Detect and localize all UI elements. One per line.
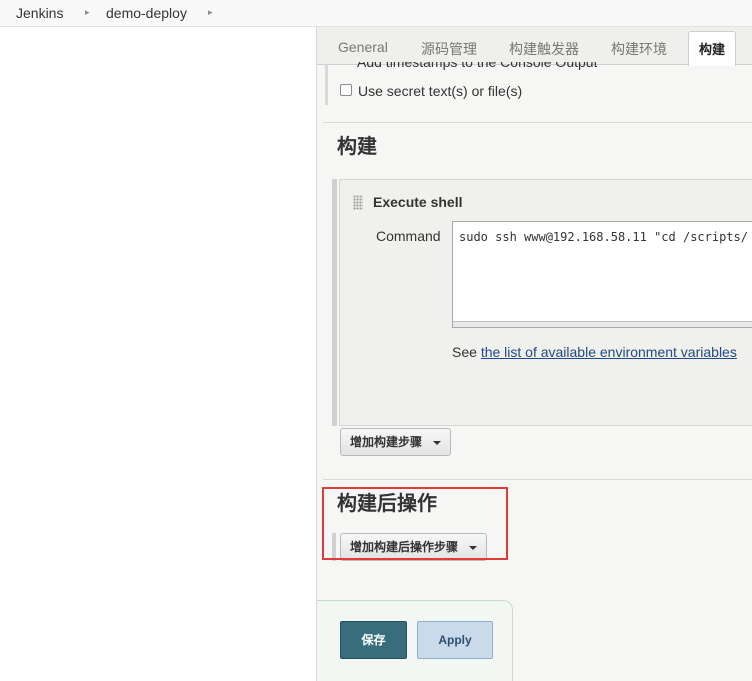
config-form: General 源码管理 构建触发器 构建环境 构建 Add timestamp… xyxy=(317,27,752,681)
apply-button[interactable]: Apply xyxy=(417,621,493,659)
breadcrumb-item-jenkins[interactable]: Jenkins xyxy=(16,5,63,21)
form-actions-bar: 保存 Apply xyxy=(317,600,513,681)
build-section-title: 构建 xyxy=(337,136,377,158)
chevron-right-icon[interactable]: ▸ xyxy=(85,7,90,18)
step-title: Execute shell xyxy=(373,194,463,210)
add-build-step-button[interactable]: 增加构建步骤 xyxy=(340,428,452,456)
timestamps-option-label: Add timestamps to the Console Output xyxy=(357,62,598,70)
env-vars-link[interactable]: the list of available environment variab… xyxy=(481,344,737,360)
side-panel xyxy=(0,27,316,681)
execute-shell-step: Execute shell Command sudo ssh www@192.1… xyxy=(339,179,752,426)
command-text[interactable]: sudo ssh www@192.168.58.11 "cd /scripts/… xyxy=(459,230,752,244)
secret-checkbox-label[interactable]: Use secret text(s) or file(s) xyxy=(358,83,522,99)
step-drag-bar xyxy=(332,179,337,426)
breadcrumb-item-project[interactable]: demo-deploy xyxy=(106,5,187,21)
chevron-right-icon[interactable]: ▸ xyxy=(208,7,213,18)
secret-checkbox[interactable] xyxy=(340,84,352,96)
section-tabs: General 源码管理 构建触发器 构建环境 构建 xyxy=(317,27,752,66)
add-build-step-label: 增加构建步骤 xyxy=(350,435,423,449)
option-group-bar xyxy=(325,65,328,105)
section-divider xyxy=(323,479,752,480)
hint-prefix: See xyxy=(452,344,481,360)
command-label: Command xyxy=(376,228,441,244)
tab-build-triggers[interactable]: 构建触发器 xyxy=(509,39,579,59)
command-textarea[interactable]: sudo ssh www@192.168.58.11 "cd /scripts/… xyxy=(452,221,752,328)
tab-build[interactable]: 构建 xyxy=(688,31,737,66)
save-button[interactable]: 保存 xyxy=(340,621,407,659)
tab-source-code[interactable]: 源码管理 xyxy=(421,39,477,59)
tab-general[interactable]: General xyxy=(338,39,388,55)
tab-build-environment[interactable]: 构建环境 xyxy=(611,39,667,59)
drag-handle-icon[interactable] xyxy=(353,195,363,210)
caret-down-icon xyxy=(433,441,442,445)
highlight-annotation xyxy=(322,487,508,560)
section-divider xyxy=(323,122,752,123)
textarea-resize-handle[interactable] xyxy=(453,321,752,327)
env-vars-hint: See the list of available environment va… xyxy=(452,344,737,360)
breadcrumb: Jenkins ▸ demo-deploy ▸ xyxy=(0,0,752,27)
